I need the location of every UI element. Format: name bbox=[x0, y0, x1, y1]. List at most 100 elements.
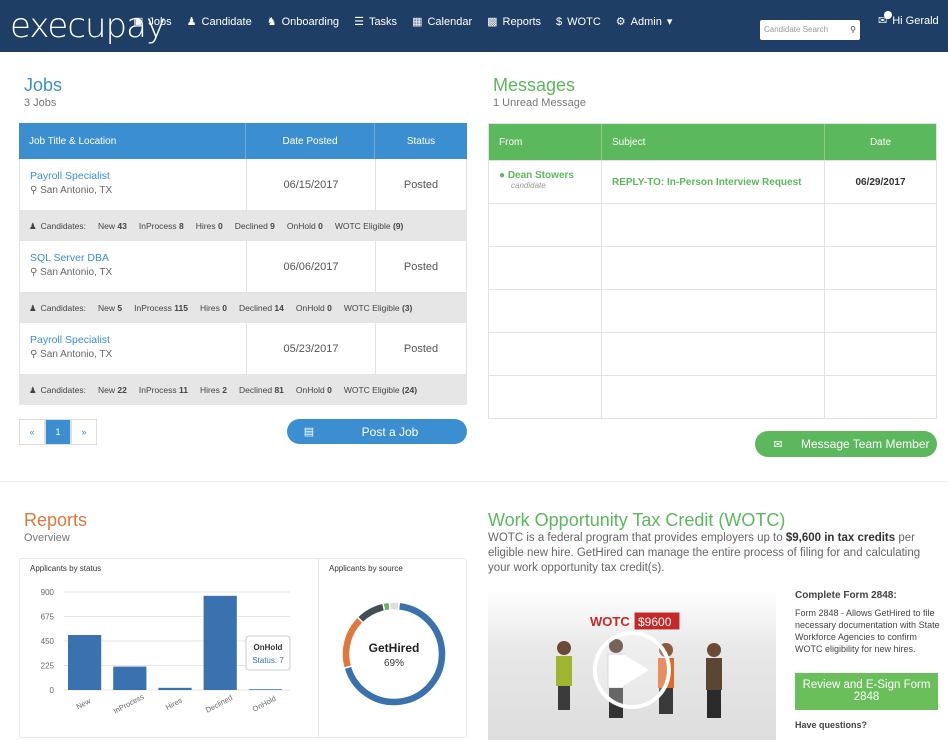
message-team-member-button[interactable]: ✉ Message Team Member bbox=[755, 431, 937, 457]
job-location: San Antonio, TX bbox=[40, 185, 113, 196]
bar-declined[interactable] bbox=[203, 595, 237, 690]
briefcase-icon: ▣ bbox=[133, 16, 144, 28]
form-2848-panel: Complete Form 2848: Form 2848 - Allows G… bbox=[795, 590, 940, 655]
page-1-button[interactable]: 1 bbox=[45, 419, 71, 445]
nav-item-tasks[interactable]: ☰ Tasks bbox=[354, 15, 397, 29]
form-description: Form 2848 - Allows GetHired to file nece… bbox=[795, 608, 940, 654]
candidate-stat[interactable]: OnHold 0 bbox=[287, 221, 323, 231]
y-tick-label: 900 bbox=[41, 588, 55, 597]
candidate-stat[interactable]: New 5 bbox=[98, 303, 122, 313]
y-tick-label: 675 bbox=[41, 613, 55, 622]
job-date: 05/23/2017 bbox=[247, 323, 376, 374]
nav-item-candidate[interactable]: ♟ Candidate bbox=[186, 15, 252, 29]
user-menu[interactable]: ✉ Hi Gerald bbox=[878, 11, 939, 27]
candidate-stat[interactable]: Declined 9 bbox=[235, 221, 275, 231]
message-row[interactable]: ● Dean Stowers candidate REPLY-TO: In-Pe… bbox=[489, 160, 936, 203]
nav-item-wotc[interactable]: $ WOTC bbox=[556, 15, 601, 28]
bar-new[interactable] bbox=[68, 635, 102, 690]
candidate-stat[interactable]: Hires 0 bbox=[200, 303, 227, 313]
candidate-search-input[interactable]: Candidate Search ⚲ bbox=[760, 20, 860, 40]
donut-chart-title: Applicants by source bbox=[329, 564, 403, 573]
svg-text:Status: 7: Status: 7 bbox=[252, 656, 284, 665]
col-date[interactable]: Date bbox=[825, 124, 936, 160]
top-navbar: execupay ▣ Jobs ♟ Candidate ♞ Onboarding ☰ Task… bbox=[0, 0, 948, 52]
wotc-video[interactable]: WOTC $9600 bbox=[488, 590, 776, 740]
chart-icon: ▩ bbox=[487, 16, 498, 28]
reports-subtitle: Overview bbox=[24, 532, 70, 544]
candidate-stat[interactable]: WOTC Eligible (9) bbox=[335, 221, 404, 231]
message-subject[interactable]: REPLY-TO: In-Person Interview Request bbox=[602, 161, 825, 203]
candidate-stat[interactable]: New 22 bbox=[98, 385, 127, 395]
list-icon: ☰ bbox=[354, 16, 364, 28]
candidate-stat[interactable]: Declined 81 bbox=[239, 385, 284, 395]
nav-item-calendar[interactable]: ▦ Calendar bbox=[412, 15, 472, 29]
job-title-link[interactable]: SQL Server DBA bbox=[30, 252, 236, 264]
unread-count: 1 Unread Message bbox=[493, 97, 586, 109]
x-tick-label: Hires bbox=[164, 696, 184, 712]
candidate-stat[interactable]: InProcess 8 bbox=[139, 221, 184, 231]
bar-hires[interactable] bbox=[158, 687, 192, 690]
job-status: Posted bbox=[403, 178, 439, 191]
next-page-button[interactable]: » bbox=[71, 419, 97, 445]
wotc-title: Work Opportunity Tax Credit (WOTC) bbox=[488, 510, 786, 530]
sender-role: candidate bbox=[511, 181, 546, 190]
col-date-posted[interactable]: Date Posted bbox=[246, 123, 375, 159]
y-tick-label: 450 bbox=[41, 637, 55, 646]
message-sender[interactable]: Dean Stowers bbox=[508, 170, 574, 181]
candidate-stat[interactable]: WOTC Eligible (24) bbox=[344, 385, 417, 395]
donut-slice-2[interactable] bbox=[356, 602, 386, 624]
notification-icon[interactable]: ✉ bbox=[878, 11, 892, 27]
form-title: Complete Form 2848: bbox=[795, 590, 897, 601]
applicants-by-status-chart: 0 225 450 675 900 New InProcess Hires Declined On… bbox=[41, 588, 291, 716]
nav-menu: ▣ Jobs ♟ Candidate ♞ Onboarding ☰ Tasks ▦ Calenda… bbox=[133, 15, 673, 29]
x-tick-label: InProcess bbox=[112, 692, 146, 716]
user-icon: ♟ bbox=[29, 384, 37, 395]
messages-title: Messages bbox=[493, 75, 576, 95]
bar-onhold[interactable] bbox=[248, 689, 282, 690]
nav-item-jobs[interactable]: ▣ Jobs bbox=[133, 15, 172, 29]
candidate-stat[interactable]: OnHold 0 bbox=[296, 303, 332, 313]
candidate-stat[interactable]: WOTC Eligible (3) bbox=[344, 303, 413, 313]
candidate-stat[interactable]: New 43 bbox=[98, 221, 127, 231]
bar-inprocess[interactable] bbox=[113, 666, 147, 690]
nav-item-reports[interactable]: ▩ Reports bbox=[487, 15, 541, 29]
job-location: San Antonio, TX bbox=[40, 267, 113, 278]
candidate-stats-row: ♟ Candidates: New 22 InProcess 11 Hires 2 Dec… bbox=[19, 375, 467, 405]
job-row: Payroll Specialist ⚲ San Antonio, TX 06/15… bbox=[19, 159, 467, 211]
job-date: 06/06/2017 bbox=[247, 241, 376, 292]
col-subject[interactable]: Subject bbox=[602, 124, 825, 160]
y-tick-label: 0 bbox=[50, 686, 55, 695]
col-from[interactable]: From bbox=[489, 124, 602, 160]
job-row: SQL Server DBA ⚲ San Antonio, TX 06/06/201… bbox=[19, 241, 467, 293]
job-title-link[interactable]: Payroll Specialist bbox=[30, 170, 236, 182]
user-icon: ♟ bbox=[186, 16, 197, 28]
col-job-title[interactable]: Job Title & Location bbox=[19, 123, 246, 159]
candidate-stat[interactable]: OnHold 0 bbox=[296, 385, 332, 395]
x-tick-label: New bbox=[75, 696, 93, 711]
nav-item-admin[interactable]: ⚙ Admin ▾ bbox=[616, 15, 673, 29]
job-title-link[interactable]: Payroll Specialist bbox=[30, 334, 236, 346]
review-esign-button[interactable]: Review and E-Sign Form 2848 bbox=[795, 673, 938, 710]
candidate-stat[interactable]: Hires 0 bbox=[196, 221, 223, 231]
search-icon[interactable]: ⚲ bbox=[850, 25, 856, 35]
user-icon: ♟ bbox=[29, 220, 37, 231]
candidate-stat[interactable]: InProcess 115 bbox=[134, 303, 188, 313]
job-status: Posted bbox=[403, 342, 439, 355]
donut-slice-1[interactable] bbox=[341, 615, 365, 670]
user-icon: ♟ bbox=[29, 302, 37, 313]
candidate-stat[interactable]: InProcess 11 bbox=[139, 385, 188, 395]
donut-slice-4[interactable] bbox=[388, 601, 401, 612]
col-status[interactable]: Status bbox=[375, 123, 467, 159]
user-greeting[interactable]: Hi Gerald bbox=[892, 15, 938, 27]
candidate-stat[interactable]: Declined 14 bbox=[239, 303, 284, 313]
video-wotc-label: WOTC bbox=[590, 614, 630, 629]
prev-page-button[interactable]: « bbox=[19, 419, 45, 445]
map-marker-icon: ⚲ bbox=[30, 185, 38, 196]
onhold-tooltip: OnHold Status: 7 bbox=[245, 635, 291, 671]
map-marker-icon: ⚲ bbox=[30, 349, 38, 360]
post-job-button[interactable]: ▤ Post a Job bbox=[287, 419, 467, 444]
nav-item-onboarding[interactable]: ♞ Onboarding bbox=[267, 15, 339, 29]
x-tick-label: OnHold bbox=[251, 694, 278, 714]
candidate-stat[interactable]: Hires 2 bbox=[200, 385, 227, 395]
video-amount-label: $9600 bbox=[638, 615, 672, 629]
